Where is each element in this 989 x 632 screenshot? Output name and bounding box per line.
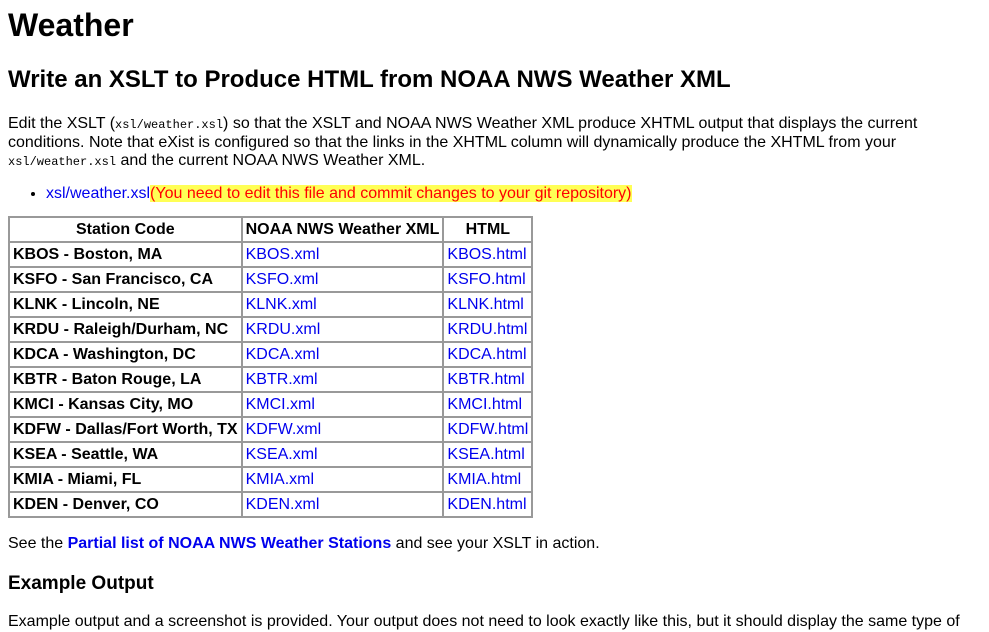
xml-link[interactable]: KMIA.xml: [246, 471, 314, 488]
xml-cell: KBOS.xml: [241, 242, 444, 267]
see-suffix: and see your XSLT in action.: [391, 535, 600, 552]
html-link[interactable]: KBOS.html: [447, 246, 526, 263]
edit-note: (You need to edit this file and commit c…: [150, 185, 632, 202]
table-row: KBTR - Baton Rouge, LA KBTR.xml KBTR.html: [9, 367, 533, 392]
html-cell: KSFO.html: [443, 267, 533, 292]
html-link[interactable]: KRDU.html: [447, 321, 527, 338]
example-paragraph: Example output and a screenshot is provi…: [8, 613, 960, 630]
html-link[interactable]: KMCI.html: [447, 396, 522, 413]
xml-link[interactable]: KSFO.xml: [246, 271, 319, 288]
table-row: KDCA - Washington, DC KDCA.xml KDCA.html: [9, 342, 533, 367]
html-cell: KBTR.html: [443, 367, 533, 392]
intro-paragraph: Edit the XSLT (xsl/weather.xsl) so that …: [8, 115, 968, 171]
html-cell: KRDU.html: [443, 317, 533, 342]
xml-cell: KSEA.xml: [241, 442, 444, 467]
xml-cell: KRDU.xml: [241, 317, 444, 342]
xml-link[interactable]: KBTR.xml: [246, 371, 318, 388]
intro-text-3: and the current NOAA NWS Weather XML.: [116, 152, 426, 169]
station-code-cell: KDEN - Denver, CO: [9, 492, 242, 517]
table-row: KMCI - Kansas City, MO KMCI.xml KMCI.html: [9, 392, 533, 417]
xml-link[interactable]: KDCA.xml: [246, 346, 320, 363]
table-row: KMIA - Miami, FL KMIA.xml KMIA.html: [9, 467, 533, 492]
table-row: KSEA - Seattle, WA KSEA.xml KSEA.html: [9, 442, 533, 467]
station-code-cell: KMCI - Kansas City, MO: [9, 392, 242, 417]
example-output-heading: Example Output: [8, 573, 154, 594]
xml-link[interactable]: KRDU.xml: [246, 321, 321, 338]
table-row: KDEN - Denver, CO KDEN.xml KDEN.html: [9, 492, 533, 517]
station-code-cell: KLNK - Lincoln, NE: [9, 292, 242, 317]
station-code-cell: KMIA - Miami, FL: [9, 467, 242, 492]
html-cell: KMCI.html: [443, 392, 533, 417]
header-html: HTML: [443, 217, 533, 242]
table-row: KSFO - San Francisco, CA KSFO.xml KSFO.htm…: [9, 267, 533, 292]
html-link[interactable]: KBTR.html: [447, 371, 524, 388]
station-code-cell: KDFW - Dallas/Fort Worth, TX: [9, 417, 242, 442]
station-code-cell: KBOS - Boston, MA: [9, 242, 242, 267]
html-link[interactable]: KDCA.html: [447, 346, 526, 363]
page: Weather Write an XSLT to Produce HTML fr…: [0, 0, 989, 632]
see-prefix: See the: [8, 535, 68, 552]
html-link[interactable]: KDFW.html: [447, 421, 528, 438]
stations-table: Station Code NOAA NWS Weather XML HTML K…: [8, 216, 534, 518]
xml-link[interactable]: KDFW.xml: [246, 421, 322, 438]
xml-cell: KMIA.xml: [241, 467, 444, 492]
html-link[interactable]: KSFO.html: [447, 271, 525, 288]
xml-link[interactable]: KLNK.xml: [246, 296, 317, 313]
xml-cell: KMCI.xml: [241, 392, 444, 417]
station-code-cell: KSFO - San Francisco, CA: [9, 267, 242, 292]
page-subtitle: Write an XSLT to Produce HTML from NOAA …: [8, 66, 731, 93]
html-link[interactable]: KDEN.html: [447, 496, 526, 513]
html-cell: KDCA.html: [443, 342, 533, 367]
xml-link[interactable]: KMCI.xml: [246, 396, 315, 413]
intro-text-1: Edit the XSLT (: [8, 115, 116, 132]
html-link[interactable]: KSEA.html: [447, 446, 524, 463]
page-title: Weather: [8, 7, 134, 43]
stations-list-link[interactable]: Partial list of NOAA NWS Weather Station…: [68, 535, 392, 552]
html-cell: KDEN.html: [443, 492, 533, 517]
xml-link[interactable]: KBOS.xml: [246, 246, 320, 263]
html-cell: KMIA.html: [443, 467, 533, 492]
xml-cell: KDEN.xml: [241, 492, 444, 517]
file-list: xsl/weather.xsl(You need to edit this fi…: [8, 184, 989, 204]
station-code-cell: KRDU - Raleigh/Durham, NC: [9, 317, 242, 342]
table-row: KBOS - Boston, MA KBOS.xml KBOS.html: [9, 242, 533, 267]
station-code-cell: KDCA - Washington, DC: [9, 342, 242, 367]
table-row: KLNK - Lincoln, NE KLNK.xml KLNK.html: [9, 292, 533, 317]
intro-code-2: xsl/weather.xsl: [8, 155, 117, 169]
header-noaa-xml: NOAA NWS Weather XML: [241, 217, 444, 242]
table-row: KRDU - Raleigh/Durham, NC KRDU.xml KRDU.ht…: [9, 317, 533, 342]
intro-code-1: xsl/weather.xsl: [115, 118, 224, 132]
xml-cell: KSFO.xml: [241, 267, 444, 292]
header-station-code: Station Code: [9, 217, 242, 242]
xml-link[interactable]: KDEN.xml: [246, 496, 320, 513]
xml-cell: KBTR.xml: [241, 367, 444, 392]
table-header-row: Station Code NOAA NWS Weather XML HTML: [9, 217, 533, 242]
xml-link[interactable]: KSEA.xml: [246, 446, 318, 463]
station-code-cell: KSEA - Seattle, WA: [9, 442, 242, 467]
html-link[interactable]: KLNK.html: [447, 296, 523, 313]
html-link[interactable]: KMIA.html: [447, 471, 521, 488]
xml-cell: KDFW.xml: [241, 417, 444, 442]
html-cell: KBOS.html: [443, 242, 533, 267]
file-list-item: xsl/weather.xsl(You need to edit this fi…: [46, 184, 989, 204]
table-row: KDFW - Dallas/Fort Worth, TX KDFW.xml KDFW…: [9, 417, 533, 442]
html-cell: KLNK.html: [443, 292, 533, 317]
see-paragraph: See the Partial list of NOAA NWS Weather…: [8, 534, 989, 554]
xml-cell: KLNK.xml: [241, 292, 444, 317]
html-cell: KSEA.html: [443, 442, 533, 467]
station-code-cell: KBTR - Baton Rouge, LA: [9, 367, 242, 392]
html-cell: KDFW.html: [443, 417, 533, 442]
weather-xsl-link[interactable]: xsl/weather.xsl: [46, 185, 150, 202]
xml-cell: KDCA.xml: [241, 342, 444, 367]
